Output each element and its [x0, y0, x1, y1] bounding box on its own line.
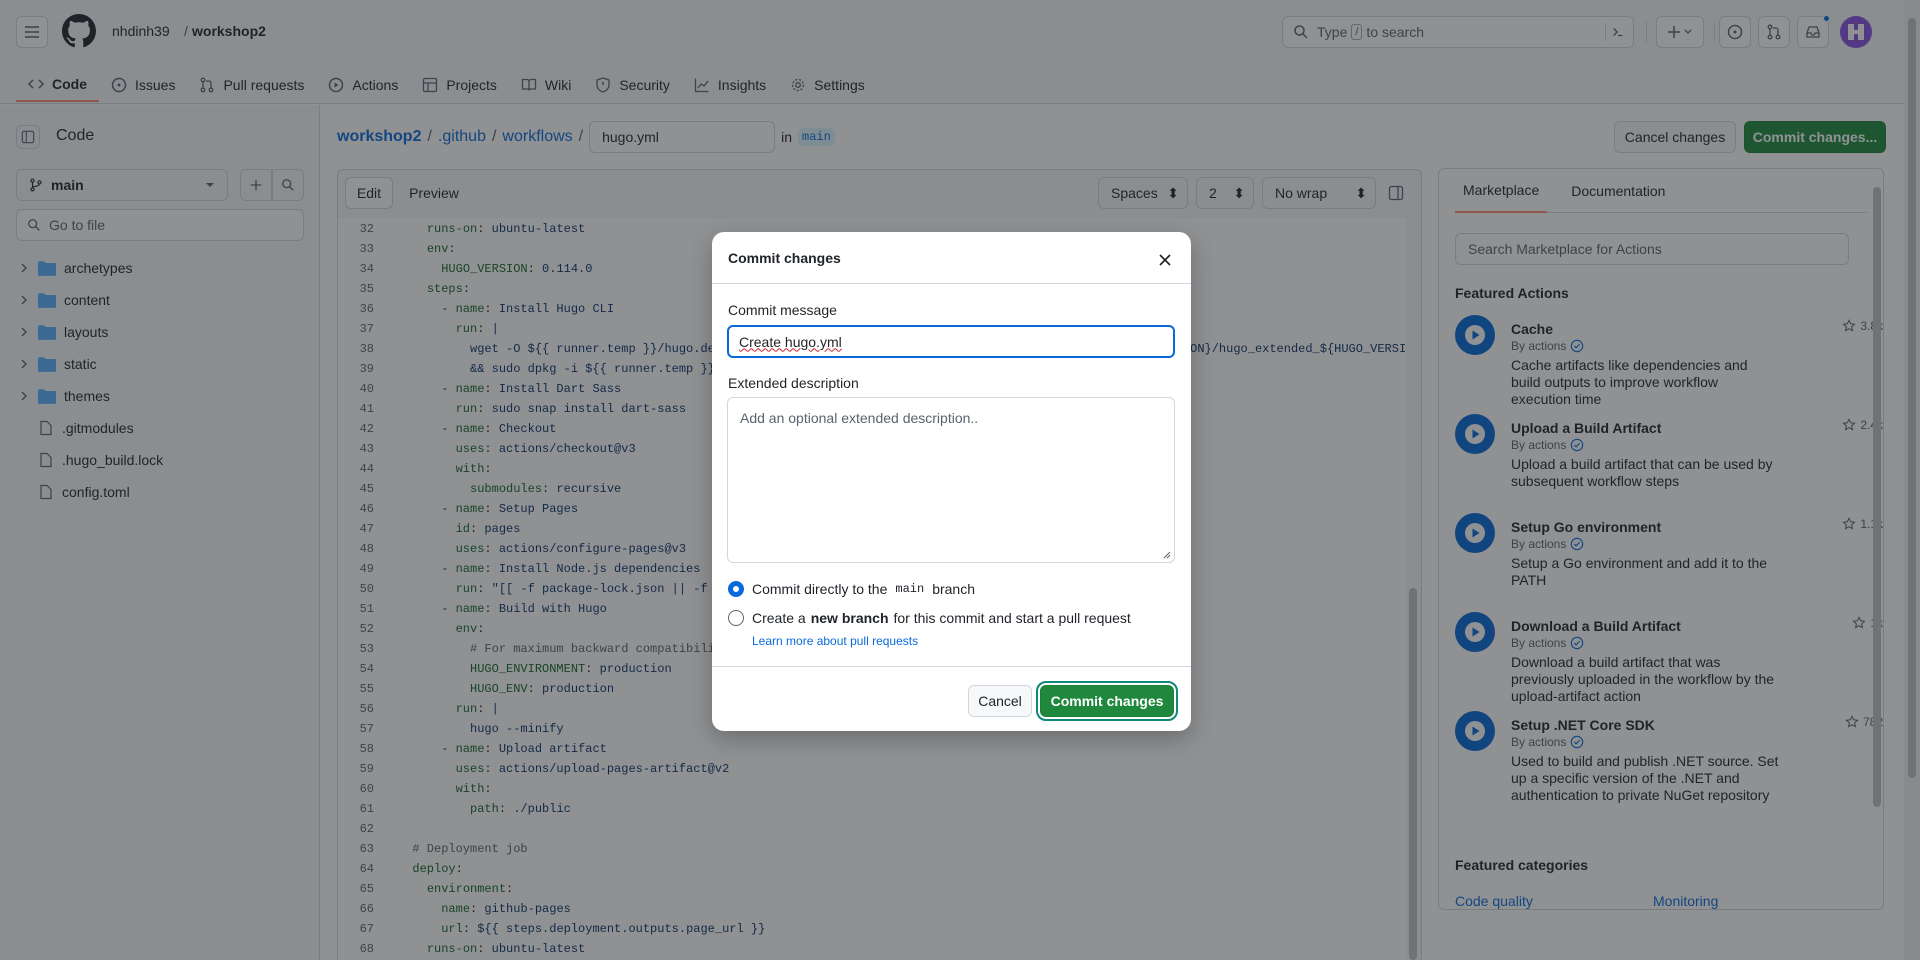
- close-button[interactable]: [1153, 248, 1177, 272]
- close-icon: [1159, 254, 1171, 266]
- commit-direct-option[interactable]: Commit directly to the main branch: [728, 581, 975, 597]
- opt2-bold: new branch: [810, 610, 889, 626]
- opt1-branch: main: [895, 582, 925, 596]
- opt1-pre: Commit directly to the: [752, 581, 888, 597]
- commit-message-input[interactable]: Create hugo.yml: [727, 325, 1175, 358]
- cancel-button[interactable]: Cancel: [968, 685, 1032, 717]
- extended-description-label: Extended description: [728, 375, 859, 391]
- opt2-pre: Create a: [752, 610, 806, 626]
- opt2-post: for this commit and start a pull request: [893, 610, 1131, 626]
- radio-selected[interactable]: [728, 581, 744, 597]
- divider: [712, 666, 1191, 667]
- commit-message-value: Create hugo.yml: [739, 333, 842, 350]
- extended-description-placeholder: Add an optional extended description..: [740, 410, 979, 426]
- radio-unselected[interactable]: [728, 610, 744, 626]
- learn-more-link[interactable]: Learn more about pull requests: [752, 634, 918, 648]
- commit-message-label: Commit message: [728, 302, 837, 318]
- extended-description-textarea[interactable]: Add an optional extended description..: [727, 397, 1175, 563]
- commit-dialog: Commit changes Commit message Create hug…: [712, 232, 1191, 731]
- divider: [712, 283, 1191, 284]
- confirm-commit-button[interactable]: Commit changes: [1036, 681, 1178, 721]
- dialog-title: Commit changes: [728, 250, 841, 266]
- opt1-post: branch: [932, 581, 975, 597]
- resize-handle-icon[interactable]: [1163, 551, 1171, 559]
- new-branch-option[interactable]: Create a new branch for this commit and …: [728, 610, 1131, 626]
